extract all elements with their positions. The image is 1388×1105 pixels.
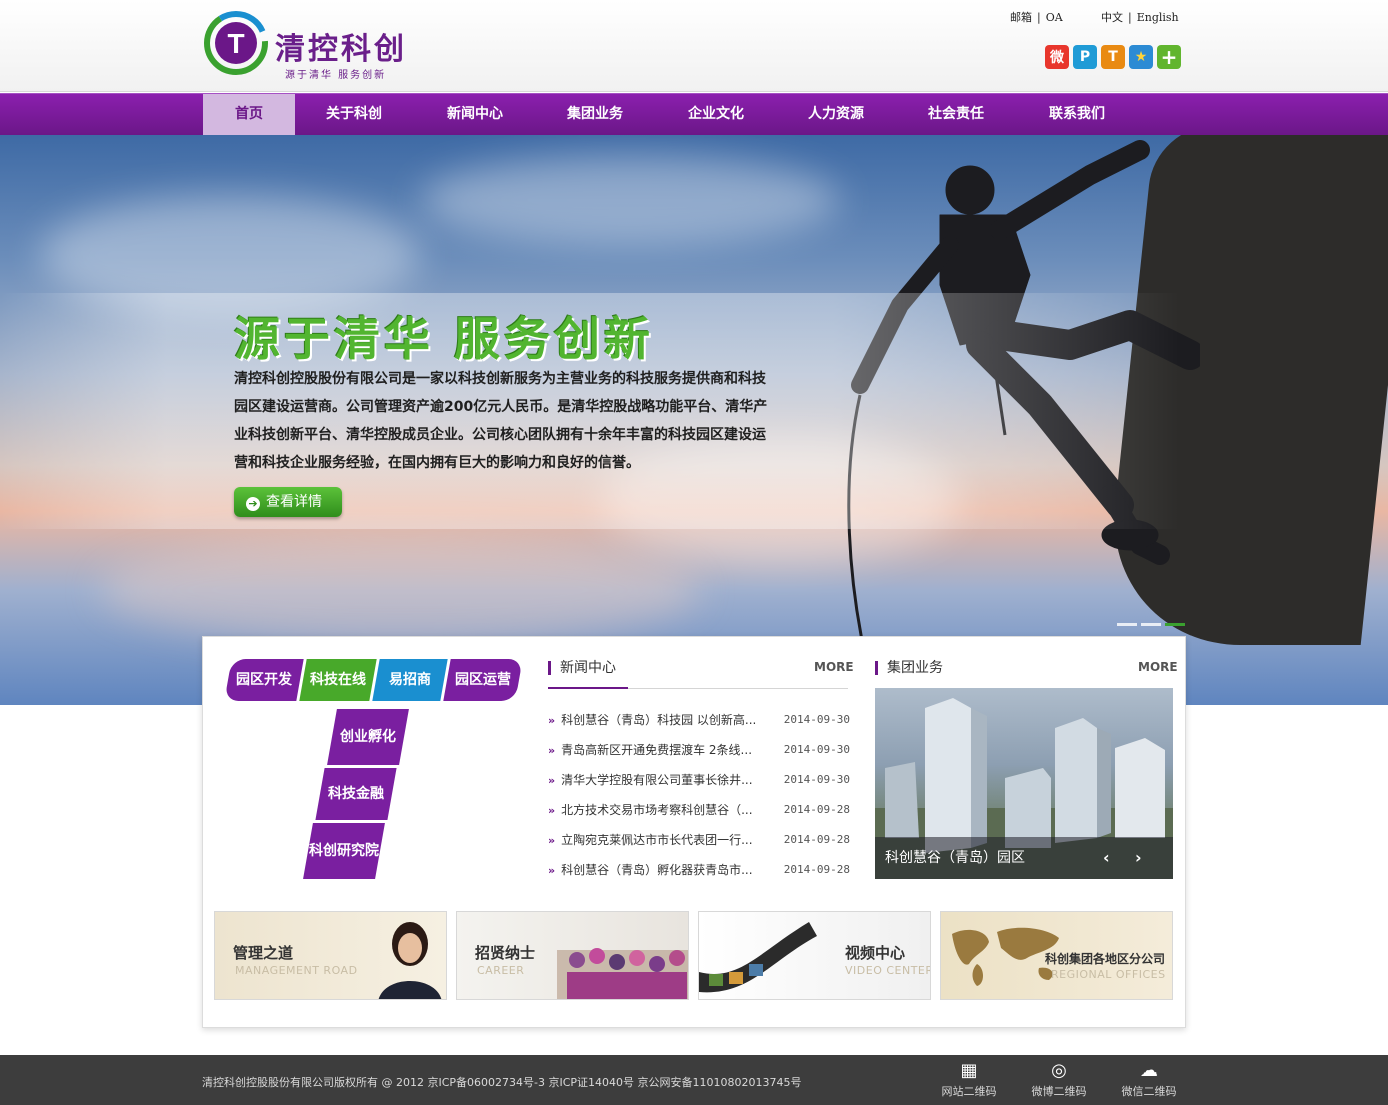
mail-link[interactable]: 邮箱	[1010, 11, 1032, 24]
double-chevron-icon: »	[548, 864, 556, 877]
businesswoman-photo	[378, 922, 442, 999]
card-regional-offices[interactable]: 科创集团各地区分公司 REGIONAL OFFICES	[940, 911, 1173, 1000]
banner-intro-text: 清控科创控股股份有限公司是一家以科技创新服务为主营业务的科技服务提供商和科技园区…	[234, 371, 768, 471]
service-research-institute[interactable]: 科创研究院	[303, 823, 385, 879]
business-slide-caption: 科创慧谷（青岛）园区	[875, 837, 1173, 879]
news-item[interactable]: » 北方技术交易市场考察科创慧谷（... 2014-09-28	[548, 802, 850, 818]
card-management-road[interactable]: 管理之道 MANAGEMENT ROAD	[214, 911, 447, 1000]
service-park-operation[interactable]: 园区运营	[443, 659, 523, 701]
cloud-decoration	[100, 535, 700, 645]
news-item[interactable]: » 科创慧谷（青岛）孵化器获青岛市... 2014-09-28	[548, 862, 850, 878]
top-links-mail-oa: 邮箱 | OA	[1010, 11, 1063, 24]
card-title: 科创集团各地区分公司	[1045, 952, 1166, 966]
news-date: 2014-09-28	[783, 803, 850, 816]
film-reel-icon	[699, 922, 817, 993]
news-item[interactable]: » 青岛高新区开通免费摆渡车 2条线... 2014-09-30	[548, 742, 850, 758]
cloud-decoration	[420, 155, 840, 245]
team-group-photo	[557, 948, 688, 999]
card-title: 视频中心	[845, 944, 906, 962]
news-item[interactable]: » 科创慧谷（青岛）科技园 以创新高... 2014-09-30	[548, 712, 850, 728]
hero-banner: 源于清华 服务创新 清控科创控股股份有限公司是一家以科技创新服务为主营业务的科技…	[0, 135, 1388, 705]
banner-slogan: 源于清华 服务创新	[234, 312, 655, 366]
qr-label: 微信二维码	[1121, 1085, 1177, 1098]
qr-code-icon: ▦	[960, 1060, 978, 1081]
card-title: 招贤纳士	[475, 944, 536, 962]
oa-link[interactable]: OA	[1046, 11, 1063, 24]
news-date: 2014-09-28	[783, 863, 850, 876]
double-chevron-icon: »	[548, 744, 556, 757]
news-more-link[interactable]: MORE	[814, 660, 854, 674]
card-career[interactable]: 招贤纳士 CAREER	[456, 911, 689, 1000]
news-item[interactable]: » 清华大学控股有限公司董事长徐井... 2014-09-30	[548, 772, 850, 788]
logo-subtitle: 源于清华 服务创新	[285, 70, 387, 81]
business-section-title: 集团业务	[875, 661, 943, 675]
view-details-button[interactable]: ➔ 查看详情	[234, 487, 342, 517]
qzone-icon[interactable]: ★	[1129, 45, 1153, 69]
qr-label: 网站二维码	[941, 1085, 997, 1098]
double-chevron-icon: »	[548, 834, 556, 847]
double-chevron-icon: »	[548, 804, 556, 817]
nav-item-culture[interactable]: 企业文化	[671, 94, 761, 135]
service-tech-online[interactable]: 科技在线	[299, 659, 377, 701]
logo-title: 清控科创	[275, 32, 407, 67]
main-nav: 首页 关于科创 新闻中心 集团业务 企业文化 人力资源 社会责任 联系我们	[0, 93, 1388, 135]
news-divider	[548, 687, 848, 689]
news-date: 2014-09-30	[783, 743, 850, 756]
site-logo[interactable]: T 清控科创 源于清华 服务创新	[203, 8, 423, 81]
nav-item-contact[interactable]: 联系我们	[1032, 94, 1122, 135]
svg-text:T: T	[227, 28, 244, 59]
weibo-icon[interactable]: 微	[1045, 45, 1069, 69]
carousel-dot-active[interactable]	[1165, 623, 1185, 626]
pinterest-icon[interactable]: P	[1073, 45, 1097, 69]
card-subtitle: VIDEO CENTER	[845, 964, 931, 977]
nav-item-home[interactable]: 首页	[203, 94, 295, 135]
plus-share-icon[interactable]: +	[1157, 45, 1181, 69]
business-slide-image[interactable]: 科创慧谷（青岛）园区 ‹ ›	[875, 688, 1173, 879]
card-video-center[interactable]: 视频中心 VIDEO CENTER	[698, 911, 931, 1000]
double-chevron-icon: »	[548, 774, 556, 787]
lang-english-link[interactable]: English	[1137, 11, 1179, 24]
carousel-dot[interactable]	[1117, 623, 1137, 626]
arrow-right-icon: ➔	[246, 497, 260, 511]
wechat-icon: ☁	[1140, 1060, 1158, 1081]
news-date: 2014-09-28	[783, 833, 850, 846]
view-details-label: 查看详情	[266, 494, 322, 510]
qr-label: 微博二维码	[1031, 1085, 1087, 1098]
card-subtitle: MANAGEMENT ROAD	[235, 964, 358, 977]
card-title: 管理之道	[233, 944, 294, 962]
lang-chinese-link[interactable]: 中文	[1101, 11, 1123, 24]
service-park-development[interactable]: 园区开发	[224, 659, 304, 701]
nav-item-news[interactable]: 新闻中心	[430, 94, 520, 135]
card-subtitle: REGIONAL OFFICES	[1051, 968, 1166, 981]
service-easy-investment[interactable]: 易招商	[372, 659, 448, 701]
carousel-indicators	[1117, 623, 1185, 626]
nav-item-about[interactable]: 关于科创	[310, 94, 398, 135]
chevron-left-icon[interactable]: ‹	[1103, 848, 1110, 867]
card-subtitle: CAREER	[477, 964, 525, 977]
weibo-qr-code[interactable]: ◎ 微博二维码	[1024, 1059, 1094, 1099]
service-tech-finance[interactable]: 科技金融	[315, 768, 397, 820]
weibo-icon: ◎	[1051, 1060, 1067, 1081]
nav-item-social-responsibility[interactable]: 社会责任	[911, 94, 1001, 135]
carousel-dot[interactable]	[1141, 623, 1161, 626]
wechat-qr-code[interactable]: ☁ 微信二维码	[1114, 1059, 1184, 1099]
double-chevron-icon: »	[548, 714, 556, 727]
copyright-text: 清控科创控股股份有限公司版权所有 @ 2012 京ICP备06002734号-3…	[202, 1076, 802, 1089]
news-item[interactable]: » 立陶宛克莱佩达市市长代表团一行... 2014-09-28	[548, 832, 850, 848]
nav-item-hr[interactable]: 人力资源	[791, 94, 881, 135]
nav-item-business[interactable]: 集团业务	[550, 94, 640, 135]
news-date: 2014-09-30	[783, 773, 850, 786]
site-header: T 清控科创 源于清华 服务创新 邮箱 | OA 中文 | English 微 P T …	[0, 0, 1388, 92]
service-incubation[interactable]: 创业孵化	[327, 709, 409, 765]
website-qr-code[interactable]: ▦ 网站二维码	[934, 1059, 1004, 1099]
language-switch: 中文 | English	[1101, 11, 1179, 24]
tencent-weibo-icon[interactable]: T	[1101, 45, 1125, 69]
news-section-title: 新闻中心	[548, 661, 616, 675]
site-footer: 清控科创控股股份有限公司版权所有 @ 2012 京ICP备06002734号-3…	[0, 1055, 1388, 1105]
logo-mark-icon: T	[204, 11, 268, 75]
business-more-link[interactable]: MORE	[1138, 660, 1178, 674]
news-date: 2014-09-30	[783, 713, 850, 726]
chevron-right-icon[interactable]: ›	[1135, 848, 1142, 867]
social-share-bar: 微 P T ★ +	[1045, 45, 1181, 69]
